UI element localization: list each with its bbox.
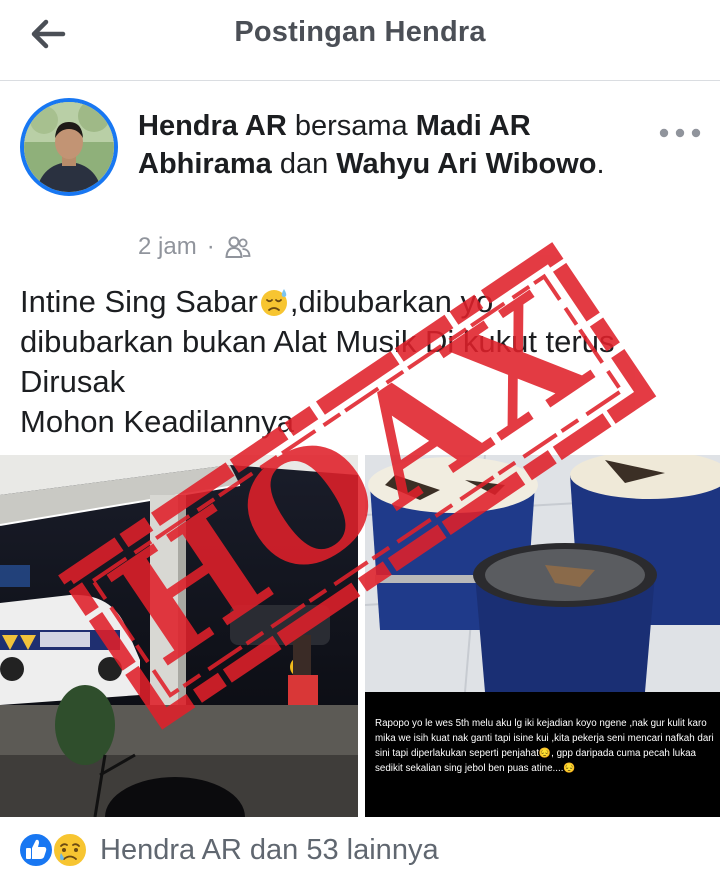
more-options-icon (659, 128, 701, 138)
sad-reaction-icon (52, 832, 88, 868)
tagged-user-link-2[interactable]: Wahyu Ari Wibowo (336, 148, 596, 180)
top-bar: Postingan Hendra (0, 0, 720, 81)
meta-separator: · (206, 233, 215, 260)
post-line-1-a: Intine Sing Sabar (20, 284, 258, 319)
post-photo-broken-drums[interactable]: Rapopo yo le wes 5th melu aku lg iki kej… (365, 455, 720, 817)
author-line-period: . (596, 148, 605, 180)
and-word: dan (271, 148, 337, 180)
post-line-3: Dirusak (20, 364, 126, 399)
reactions-count-text: Hendra AR dan 53 lainnya (100, 833, 439, 866)
avatar[interactable] (20, 98, 118, 196)
like-reaction-icon (18, 832, 54, 868)
post-timestamp[interactable]: 2 jam (138, 233, 197, 261)
post-photo-police-scene[interactable] (0, 455, 358, 817)
post-line-4: Mohon Keadilannya (20, 404, 295, 439)
post-author-line: Hendra AR bersama Madi AR Abhirama dan W… (138, 107, 608, 183)
post-line-1-b: ,dibubarkan yo (289, 284, 494, 319)
sad-sweat-emoji-icon (260, 289, 287, 316)
friends-icon[interactable] (225, 235, 251, 259)
post-line-1: Intine Sing Sabar ,dibubarkan yo (20, 282, 710, 322)
page-title: Postingan Hendra (234, 16, 486, 48)
post-meta: 2 jam · (138, 233, 251, 261)
with-word: bersama (286, 110, 416, 142)
author-name-link[interactable]: Hendra AR (138, 110, 287, 142)
image-caption-text: Rapopo yo le wes 5th melu aku lg iki kej… (375, 718, 714, 774)
more-options-button[interactable] (654, 118, 706, 148)
image-caption-box: Rapopo yo le wes 5th melu aku lg iki kej… (365, 692, 720, 817)
post-message: Intine Sing Sabar ,dibubarkan yo dibubar… (20, 282, 710, 442)
reactions-bar[interactable]: Hendra AR dan 53 lainnya (18, 830, 439, 870)
post-line-2: dibubarkan bukan Alat Musik Di kukut ter… (20, 324, 615, 359)
